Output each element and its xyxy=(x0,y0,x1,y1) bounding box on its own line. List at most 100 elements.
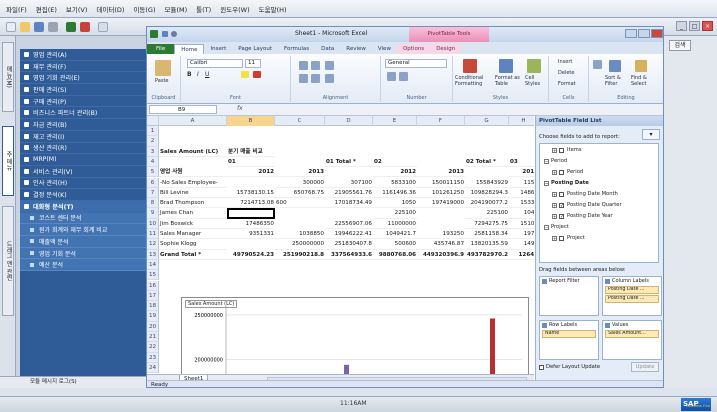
row-header[interactable]: 17 xyxy=(147,290,159,302)
cell[interactable]: 9880768.06 xyxy=(373,250,417,260)
format-as-table-icon[interactable] xyxy=(499,59,513,73)
row-header[interactable]: 11 xyxy=(147,229,159,240)
cell[interactable]: 204190077.2 xyxy=(465,198,509,209)
field-item[interactable]: + Items xyxy=(552,146,582,155)
cell[interactable]: 1044 xyxy=(509,208,534,219)
cell[interactable]: 300000 xyxy=(275,178,325,188)
module-item[interactable]: 영업 관리(A) xyxy=(20,49,148,61)
delete-button[interactable]: Delete xyxy=(558,70,574,76)
align-center-icon[interactable] xyxy=(311,74,320,83)
expand-icon[interactable]: + xyxy=(552,203,557,208)
field-item[interactable]: + Project xyxy=(552,234,585,243)
row-header[interactable]: 21 xyxy=(147,332,159,343)
cell[interactable]: 17018734.49 xyxy=(325,198,373,209)
cell[interactable]: 2012 xyxy=(509,167,534,178)
cell[interactable]: 500600 xyxy=(373,239,417,250)
defer-checkbox[interactable] xyxy=(539,364,544,370)
paste-icon[interactable] xyxy=(155,60,171,76)
cell[interactable]: 435746.87 xyxy=(417,239,465,250)
align-top-icon[interactable] xyxy=(299,61,308,70)
tab-design[interactable]: Design xyxy=(430,44,462,54)
cell[interactable]: 650768.75 xyxy=(275,188,325,199)
field-checkbox[interactable] xyxy=(559,148,564,153)
find-select-icon[interactable] xyxy=(635,60,647,72)
cell[interactable]: James Chan xyxy=(159,208,227,219)
menu-item[interactable]: 데이터(D) xyxy=(96,4,124,14)
module-item[interactable]: 판매 관리(S) xyxy=(20,84,148,96)
report-filter-area[interactable]: Report Filter xyxy=(539,276,599,316)
qat-undo-icon[interactable] xyxy=(171,31,177,37)
cell[interactable]: 02 xyxy=(373,157,417,168)
merge-icon[interactable] xyxy=(325,74,334,83)
cell[interactable]: 197419000 xyxy=(417,198,465,209)
cell[interactable]: 03 xyxy=(509,157,534,168)
column-header[interactable]: G xyxy=(465,116,509,126)
align-left-icon[interactable] xyxy=(299,74,308,83)
row-header[interactable]: 19 xyxy=(147,311,159,322)
qat-save-icon[interactable] xyxy=(162,31,168,37)
module-item[interactable]: 서비스 관리(V) xyxy=(20,166,148,178)
cell[interactable]: 영업 사원 xyxy=(159,167,227,178)
row-header[interactable]: 8 xyxy=(147,198,159,209)
menu-item[interactable]: 모듈(M) xyxy=(165,4,188,14)
menu-item[interactable]: 윈도우(W) xyxy=(220,4,249,14)
row-header[interactable]: 5 xyxy=(147,167,159,178)
cell[interactable]: 49790524.23 xyxy=(227,250,275,260)
side-tab[interactable]: 주 메뉴 xyxy=(2,126,14,196)
cell[interactable]: 5833100 xyxy=(373,178,417,188)
tab-view[interactable]: View xyxy=(372,44,397,54)
tab-options[interactable]: Options xyxy=(396,44,431,54)
tab-file[interactable]: File xyxy=(147,44,175,54)
font-color-icon[interactable] xyxy=(253,71,261,78)
menu-item[interactable]: 도움말(H) xyxy=(259,4,287,14)
find-button[interactable]: 검색 xyxy=(669,40,691,51)
menu-item[interactable]: 이동(G) xyxy=(133,4,155,14)
format-button[interactable]: Format xyxy=(558,81,576,87)
cell[interactable]: 21905561.76 xyxy=(325,188,373,199)
cell[interactable]: 15107 xyxy=(509,219,534,229)
tab-formulas[interactable]: Formulas xyxy=(278,44,315,54)
menu-item[interactable]: 보기(V) xyxy=(66,4,87,14)
conditional-formatting-icon[interactable] xyxy=(463,59,477,73)
cell[interactable]: 02 Total * xyxy=(465,157,509,168)
column-header[interactable]: F xyxy=(417,116,465,126)
cell[interactable]: 분기 매출 비교 xyxy=(227,147,275,157)
cell-styles-label[interactable]: Cell Styles xyxy=(525,75,547,87)
fx-icon[interactable]: fx xyxy=(237,105,243,112)
tab-insert[interactable]: Insert xyxy=(204,44,232,54)
submodule-item[interactable]: 예산 분석 xyxy=(20,259,148,272)
cell[interactable]: 225100 xyxy=(465,208,509,219)
row-header[interactable]: 16 xyxy=(147,280,159,291)
field-checkbox[interactable]: ✓ xyxy=(559,203,564,209)
column-header[interactable]: B xyxy=(227,116,275,126)
cell[interactable]: 2012 xyxy=(227,167,275,178)
menu-item[interactable]: 툴(T) xyxy=(196,4,211,14)
cell[interactable]: 12647 xyxy=(509,250,534,260)
excel-minimize-icon[interactable] xyxy=(625,29,637,38)
cell[interactable]: 7294275.75 xyxy=(465,219,509,229)
row-header[interactable]: 4 xyxy=(147,156,159,168)
cell[interactable]: 109828294.3 xyxy=(465,188,509,199)
cell[interactable]: 1161496.36 xyxy=(373,188,417,199)
module-item[interactable]: 영업 기회 관리(E) xyxy=(20,72,148,85)
cell[interactable]: Sophie Klogg xyxy=(159,239,227,250)
column-field-pill[interactable]: Posting Date ... xyxy=(605,295,659,303)
cell[interactable]: 2581158.34 xyxy=(465,229,509,240)
cell[interactable]: 01 xyxy=(227,157,275,168)
field-item[interactable]: − Project xyxy=(544,223,569,232)
row-header[interactable]: 10 xyxy=(147,218,159,229)
field-checkbox[interactable] xyxy=(559,236,564,241)
collapse-icon[interactable]: − xyxy=(544,225,549,230)
column-field-pill[interactable]: Posting Date ... xyxy=(605,286,659,294)
align-middle-icon[interactable] xyxy=(311,61,320,70)
cell-styles-icon[interactable] xyxy=(527,59,541,73)
cell[interactable]: 17486350 xyxy=(227,219,275,229)
expand-icon[interactable]: + xyxy=(552,214,557,219)
row-header[interactable]: 9 xyxy=(147,208,159,219)
cell[interactable]: 307100 xyxy=(325,178,373,188)
cell[interactable]: 155843929 xyxy=(465,178,509,188)
cell[interactable]: 13820135.59 xyxy=(465,239,509,250)
field-tree[interactable]: + Items − Period + Period − Posting Date + Postin… xyxy=(539,143,659,263)
row-header[interactable]: 23 xyxy=(147,352,159,363)
tab-review[interactable]: Review xyxy=(340,44,372,54)
